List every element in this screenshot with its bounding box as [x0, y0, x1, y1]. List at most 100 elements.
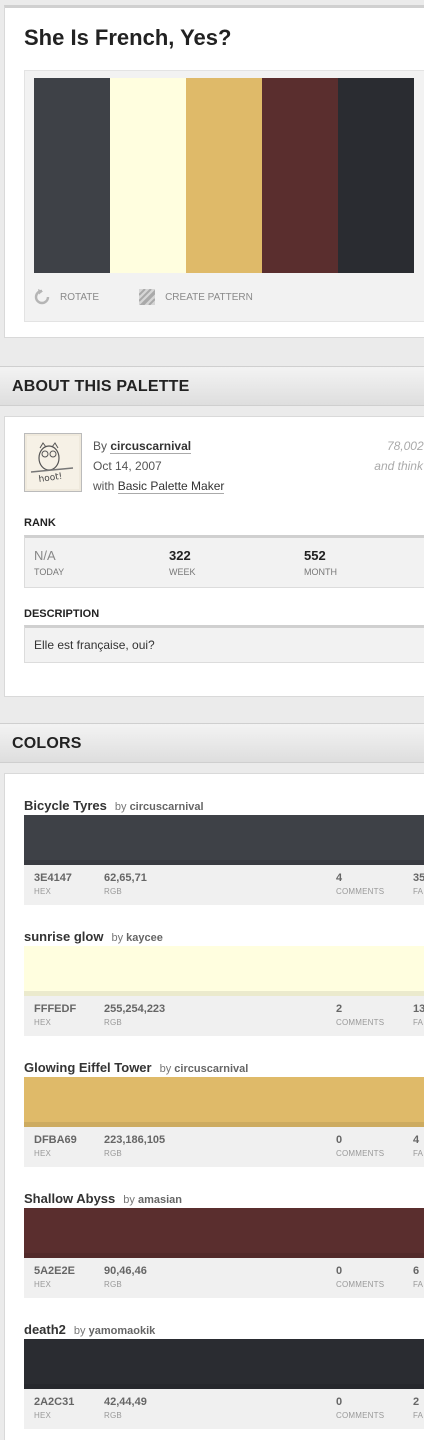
about-card: hoot! By circuscarnival Oct 14, 2007 wit… [4, 416, 424, 697]
comments-count: 0 [336, 1134, 343, 1146]
colors-header: COLORS [0, 723, 424, 763]
hex-label: HEX [34, 1018, 52, 1027]
comments-count: 4 [336, 872, 343, 884]
rank-value: N/A [34, 548, 56, 563]
color-name[interactable]: Shallow Abyss [24, 1191, 115, 1206]
color-swatch[interactable] [24, 946, 424, 996]
rank-value: 552 [304, 548, 326, 563]
rotate-icon [34, 289, 50, 305]
rotate-button[interactable]: ROTATE [34, 289, 99, 305]
rank-value: 322 [169, 548, 191, 563]
palette-date: Oct 14, 2007 [93, 459, 162, 473]
owl-drawing-icon: hoot! [27, 436, 79, 489]
comments-label: COMMENTS [336, 1149, 385, 1158]
palette-meta: By circuscarnival Oct 14, 2007 with Basi… [93, 436, 225, 496]
palette-card: She Is French, Yes? ROTATE CREATE PATTER… [4, 5, 424, 338]
author-link[interactable]: circuscarnival [110, 439, 192, 454]
favs-count: 35 [413, 872, 424, 884]
hex-value: FFFEDF [34, 1003, 77, 1015]
rank-box: N/A TODAY 322 WEEK 552 MONTH [24, 535, 424, 588]
color-swatch[interactable] [24, 1077, 424, 1127]
hex-value: DFBA69 [34, 1134, 77, 1146]
palette-stats: 78,002 CO and think circ [345, 436, 424, 476]
rgb-label: RGB [104, 1411, 122, 1420]
rgb-value: 255,254,223 [104, 1003, 166, 1015]
color-author-link[interactable]: circuscarnival [174, 1063, 248, 1075]
rgb-label: RGB [104, 1018, 122, 1027]
favs-count: 2 [413, 1396, 420, 1408]
colors-card: Bicycle Tyres by circuscarnival 3E4147 HEX… [4, 773, 424, 1440]
by-prefix: By [93, 439, 108, 453]
comments-label: COMMENTS [336, 887, 385, 896]
by-prefix: by [159, 1063, 172, 1075]
comments-count: 0 [336, 1265, 343, 1277]
color-author-link[interactable]: amasian [138, 1194, 182, 1206]
rgb-value: 62,65,71 [104, 872, 147, 884]
with-prefix: with [93, 479, 115, 493]
colors-header-title: COLORS [12, 735, 82, 752]
hex-value: 2A2C31 [34, 1396, 75, 1408]
hex-label: HEX [34, 1280, 52, 1289]
svg-text:hoot!: hoot! [38, 472, 63, 485]
rgb-value: 42,44,49 [104, 1396, 147, 1408]
color-info: 2A2C31 HEX 42,44,49 RGB 0 COMMENTS 2 FA [24, 1389, 424, 1429]
rgb-value: 223,186,105 [104, 1134, 166, 1146]
about-header: ABOUT THIS PALETTE [0, 366, 424, 406]
color-info: FFFEDF HEX 255,254,223 RGB 2 COMMENTS 13 FA [24, 996, 424, 1036]
views-count: 78,002 CO [386, 439, 424, 453]
rank-week: 322 WEEK [169, 548, 196, 577]
color-name[interactable]: death2 [24, 1322, 66, 1337]
rank-today: N/A TODAY [34, 548, 64, 577]
color-info: DFBA69 HEX 223,186,105 RGB 0 COMMENTS 4 FA [24, 1127, 424, 1167]
rgb-label: RGB [104, 887, 122, 896]
tool-link[interactable]: Basic Palette Maker [117, 479, 225, 494]
hex-value: 5A2E2E [34, 1265, 75, 1277]
color-info: 3E4147 HEX 62,65,71 RGB 4 COMMENTS 35 FA [24, 865, 424, 905]
hex-label: HEX [34, 1411, 52, 1420]
favs-label: FA [413, 887, 424, 896]
hex-value: 3E4147 [34, 872, 72, 884]
description-box: Elle est française, oui? [24, 625, 424, 663]
create-pattern-label: CREATE PATTERN [165, 291, 253, 303]
palette-swatch[interactable] [262, 78, 338, 273]
favs-label: FA [413, 1018, 424, 1027]
by-prefix: by [73, 1325, 86, 1337]
color-swatch[interactable] [24, 1339, 424, 1389]
rgb-value: 90,46,46 [104, 1265, 147, 1277]
create-pattern-button[interactable]: CREATE PATTERN [139, 289, 253, 305]
comments-count: 0 [336, 1396, 343, 1408]
favs-label: FA [413, 1411, 424, 1420]
palette-swatch[interactable] [186, 78, 262, 273]
rgb-label: RGB [104, 1280, 122, 1289]
palette-swatch[interactable] [338, 78, 414, 273]
color-name[interactable]: Glowing Eiffel Tower [24, 1060, 152, 1075]
color-name[interactable]: sunrise glow [24, 929, 103, 944]
favs-label: FA [413, 1280, 424, 1289]
rank-label: WEEK [169, 567, 196, 577]
color-name[interactable]: Bicycle Tyres [24, 798, 107, 813]
by-prefix: by [111, 932, 124, 944]
palette-swatch[interactable] [34, 78, 110, 273]
by-prefix: by [114, 801, 127, 813]
color-swatch[interactable] [24, 815, 424, 865]
avatar[interactable]: hoot! [24, 433, 82, 492]
favs-count: 4 [413, 1134, 420, 1146]
palette-swatches[interactable] [34, 78, 414, 273]
color-swatch[interactable] [24, 1208, 424, 1258]
description-heading: DESCRIPTION [24, 608, 100, 620]
color-author-link[interactable]: circuscarnival [130, 801, 204, 813]
color-author-link[interactable]: yamomaokik [89, 1325, 156, 1337]
color-author-link[interactable]: kaycee [126, 932, 163, 944]
comments-label: COMMENTS [336, 1411, 385, 1420]
rotate-label: ROTATE [60, 291, 100, 303]
rank-label: MONTH [304, 567, 337, 577]
comments-count: 2 [336, 1003, 343, 1015]
rank-month: 552 MONTH [304, 548, 337, 577]
think-prefix: and think [374, 459, 423, 473]
favs-label: FA [413, 1149, 424, 1158]
palette-swatch[interactable] [110, 78, 186, 273]
palette-preview: ROTATE CREATE PATTERN [24, 70, 424, 322]
rank-label: TODAY [34, 567, 65, 577]
by-prefix: by [123, 1194, 135, 1206]
color-info: 5A2E2E HEX 90,46,46 RGB 0 COMMENTS 6 FA [24, 1258, 424, 1298]
